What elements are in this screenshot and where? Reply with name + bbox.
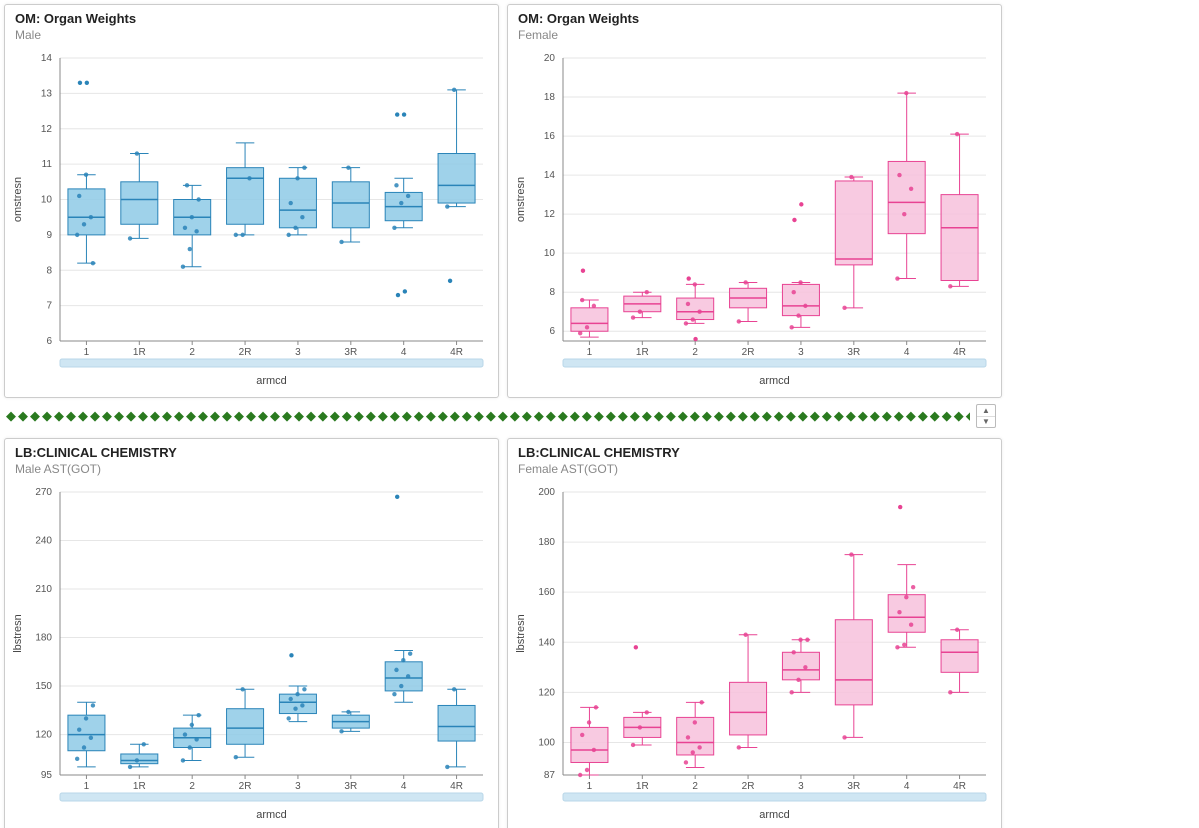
svg-text:2: 2 (692, 347, 698, 358)
panel-om-male: OM: Organ Weights Male 6 7 8 9 10 11 12 13 14 1 1R… (4, 4, 499, 398)
svg-text:10: 10 (41, 195, 53, 206)
svg-text:150: 150 (35, 681, 52, 692)
panel-header: LB:CLINICAL CHEMISTRY (508, 439, 1001, 462)
svg-text:160: 160 (538, 587, 555, 598)
panel-subtitle: Female AST(GOT) (508, 462, 1001, 480)
svg-text:10: 10 (544, 248, 556, 259)
svg-text:1R: 1R (133, 347, 146, 358)
svg-text:18: 18 (544, 92, 556, 103)
chevron-up-icon[interactable]: ▲ (977, 405, 995, 417)
svg-text:2R: 2R (742, 781, 755, 792)
svg-text:1R: 1R (636, 781, 649, 792)
svg-text:4R: 4R (450, 347, 463, 358)
svg-text:omstresn: omstresn (12, 177, 24, 222)
panel-grid: OM: Organ Weights Male 6789101112131411R… (0, 0, 1199, 398)
panel-title: LB:CLINICAL CHEMISTRY (518, 445, 680, 460)
page: OM: Organ Weights Male 6789101112131411R… (0, 0, 1199, 828)
svg-text:2R: 2R (239, 347, 252, 358)
svg-text:4: 4 (401, 347, 407, 358)
panel-lb-female: LB:CLINICAL CHEMISTRY Female AST(GOT) 87… (507, 438, 1002, 828)
svg-text:4R: 4R (953, 781, 966, 792)
svg-text:3R: 3R (344, 781, 357, 792)
panel-title: OM: Organ Weights (15, 11, 136, 26)
svg-text:omstresn: omstresn (515, 177, 527, 222)
svg-text:95: 95 (41, 770, 53, 781)
svg-text:1R: 1R (636, 347, 649, 358)
svg-text:4: 4 (401, 781, 407, 792)
svg-text:3R: 3R (847, 781, 860, 792)
svg-text:lbstresn: lbstresn (515, 614, 527, 653)
svg-text:140: 140 (538, 637, 555, 648)
svg-text:12: 12 (41, 124, 53, 135)
chart-lb-male[interactable]: 95 120 150 180 210 240 270 1 1R 2 2R 3 3R 4 4R lbstresn… (5, 480, 498, 828)
svg-text:2R: 2R (742, 347, 755, 358)
chart-om-male[interactable]: 6 7 8 9 10 11 12 13 14 1 1R 2 2R 3 3R 4 4R omstresn armcd (5, 46, 498, 396)
svg-text:180: 180 (35, 633, 52, 644)
panel-lb-male: LB:CLINICAL CHEMISTRY Male AST(GOT) 9512… (4, 438, 499, 828)
svg-text:100: 100 (538, 737, 555, 748)
panel-header: OM: Organ Weights (5, 5, 498, 28)
svg-text:1: 1 (84, 781, 90, 792)
panel-grid-2: LB:CLINICAL CHEMISTRY Male AST(GOT) 9512… (0, 434, 1199, 828)
svg-text:2: 2 (189, 347, 195, 358)
diamond-strip[interactable]: ◆◆◆◆◆◆◆◆◆◆◆◆◆◆◆◆◆◆◆◆◆◆◆◆◆◆◆◆◆◆◆◆◆◆◆◆◆◆◆◆… (6, 409, 970, 423)
svg-text:20: 20 (544, 53, 556, 64)
svg-text:6: 6 (549, 326, 555, 337)
svg-text:1R: 1R (133, 781, 146, 792)
panel-subtitle: Male AST(GOT) (5, 462, 498, 480)
panel-title: LB:CLINICAL CHEMISTRY (15, 445, 177, 460)
panel-title: OM: Organ Weights (518, 11, 639, 26)
svg-text:3R: 3R (344, 347, 357, 358)
svg-text:2: 2 (189, 781, 195, 792)
panel-subtitle: Male (5, 28, 498, 46)
svg-text:1: 1 (587, 781, 593, 792)
svg-text:3: 3 (295, 781, 301, 792)
svg-text:armcd: armcd (759, 375, 790, 387)
svg-text:8: 8 (549, 287, 555, 298)
svg-text:7: 7 (46, 301, 52, 312)
chart-lb-female[interactable]: 87 100 120 140 160 180 200 1 1R 2 2R 3 3R 4 4R lbstresn… (508, 480, 1001, 828)
svg-text:6: 6 (46, 336, 52, 347)
divider-row: ◆◆◆◆◆◆◆◆◆◆◆◆◆◆◆◆◆◆◆◆◆◆◆◆◆◆◆◆◆◆◆◆◆◆◆◆◆◆◆◆… (6, 404, 996, 428)
svg-text:1: 1 (587, 347, 593, 358)
panel-header: OM: Organ Weights (508, 5, 1001, 28)
svg-text:3R: 3R (847, 347, 860, 358)
svg-text:armcd: armcd (759, 809, 790, 821)
svg-text:armcd: armcd (256, 375, 287, 387)
svg-text:lbstresn: lbstresn (12, 614, 24, 653)
svg-text:3: 3 (798, 781, 804, 792)
svg-text:4R: 4R (450, 781, 463, 792)
svg-text:87: 87 (544, 770, 556, 781)
panel-om-female: OM: Organ Weights Female 681012141618201… (507, 4, 1002, 398)
svg-text:2: 2 (692, 781, 698, 792)
svg-text:11: 11 (42, 159, 53, 170)
svg-text:2R: 2R (239, 781, 252, 792)
chevron-down-icon[interactable]: ▼ (977, 417, 995, 428)
svg-text:240: 240 (35, 536, 52, 547)
svg-text:4: 4 (904, 781, 910, 792)
svg-text:1: 1 (84, 347, 90, 358)
svg-text:14: 14 (41, 53, 53, 64)
chart-om-female[interactable]: 6 8 10 12 14 16 18 20 1 1R 2 2R 3 3R 4 4R omstresn armcd (508, 46, 1001, 396)
row-count-spinner[interactable]: ▲ ▼ (976, 404, 996, 428)
svg-text:120: 120 (35, 730, 52, 741)
svg-text:14: 14 (544, 170, 556, 181)
svg-text:210: 210 (35, 584, 52, 595)
panel-subtitle: Female (508, 28, 1001, 46)
svg-text:270: 270 (35, 487, 52, 498)
svg-text:3: 3 (798, 347, 804, 358)
svg-text:4R: 4R (953, 347, 966, 358)
svg-text:180: 180 (538, 537, 555, 548)
svg-text:armcd: armcd (256, 809, 287, 821)
svg-text:120: 120 (538, 687, 555, 698)
svg-text:9: 9 (46, 230, 52, 241)
svg-text:4: 4 (904, 347, 910, 358)
panel-header: LB:CLINICAL CHEMISTRY (5, 439, 498, 462)
svg-text:8: 8 (46, 265, 52, 276)
svg-text:13: 13 (41, 88, 53, 99)
svg-text:200: 200 (538, 487, 555, 498)
svg-text:3: 3 (295, 347, 301, 358)
svg-text:12: 12 (544, 209, 556, 220)
svg-text:16: 16 (544, 131, 556, 142)
